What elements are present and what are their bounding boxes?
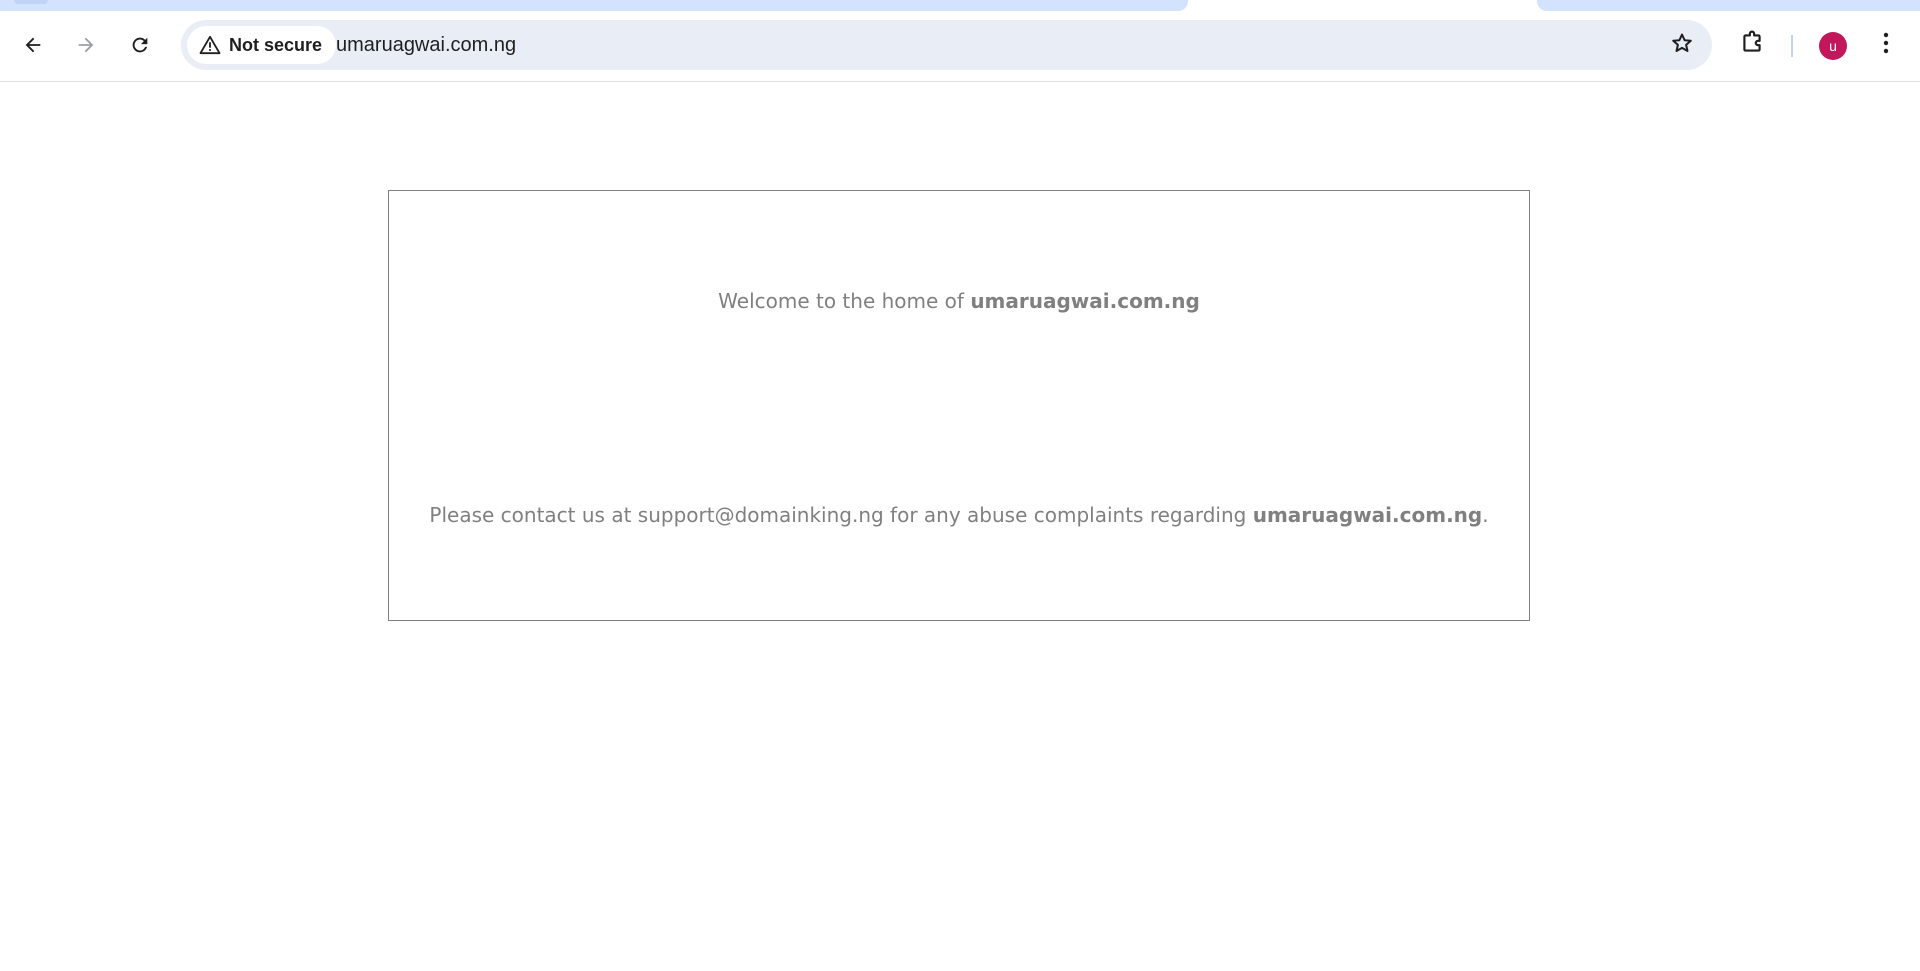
- kebab-menu-icon: [1883, 32, 1889, 59]
- star-icon: [1670, 31, 1694, 60]
- welcome-domain: umaruagwai.com.ng: [970, 289, 1200, 313]
- contact-message: Please contact us at support@domainking.…: [389, 503, 1529, 527]
- bookmark-button[interactable]: [1662, 25, 1702, 65]
- browser-menu-button[interactable]: [1866, 23, 1906, 67]
- reload-icon: [129, 34, 151, 56]
- tab-favicon-area: [14, 0, 48, 4]
- extensions-button[interactable]: [1730, 23, 1774, 67]
- welcome-message: Welcome to the home of umaruagwai.com.ng: [389, 289, 1529, 313]
- welcome-prefix: Welcome to the home of: [718, 289, 971, 313]
- security-indicator-button[interactable]: Not secure: [187, 26, 337, 64]
- inactive-tab-right[interactable]: [1537, 0, 1920, 11]
- address-bar[interactable]: Not secure umaruagwai.com.ng: [181, 20, 1712, 70]
- back-arrow-icon: [22, 34, 44, 56]
- toolbar-divider: [1791, 35, 1793, 57]
- browser-toolbar: Not secure umaruagwai.com.ng u: [0, 11, 1920, 82]
- forward-button[interactable]: [64, 23, 108, 67]
- contact-suffix: .: [1482, 503, 1489, 527]
- contact-domain: umaruagwai.com.ng: [1252, 503, 1483, 527]
- security-label: Not secure: [229, 34, 323, 55]
- info-box: Welcome to the home of umaruagwai.com.ng…: [388, 190, 1530, 621]
- inactive-tab[interactable]: [0, 0, 1188, 11]
- back-button[interactable]: [11, 23, 55, 67]
- forward-arrow-icon: [75, 34, 97, 56]
- reload-button[interactable]: [118, 23, 162, 67]
- tab-strip: [0, 0, 1920, 11]
- warning-icon: [199, 35, 221, 55]
- contact-prefix: Please contact us at support@domainking.…: [429, 503, 1253, 527]
- page-content: Welcome to the home of umaruagwai.com.ng…: [0, 82, 1920, 971]
- profile-avatar[interactable]: u: [1819, 32, 1847, 60]
- url-text[interactable]: umaruagwai.com.ng: [336, 20, 516, 70]
- puzzle-icon: [1739, 30, 1765, 61]
